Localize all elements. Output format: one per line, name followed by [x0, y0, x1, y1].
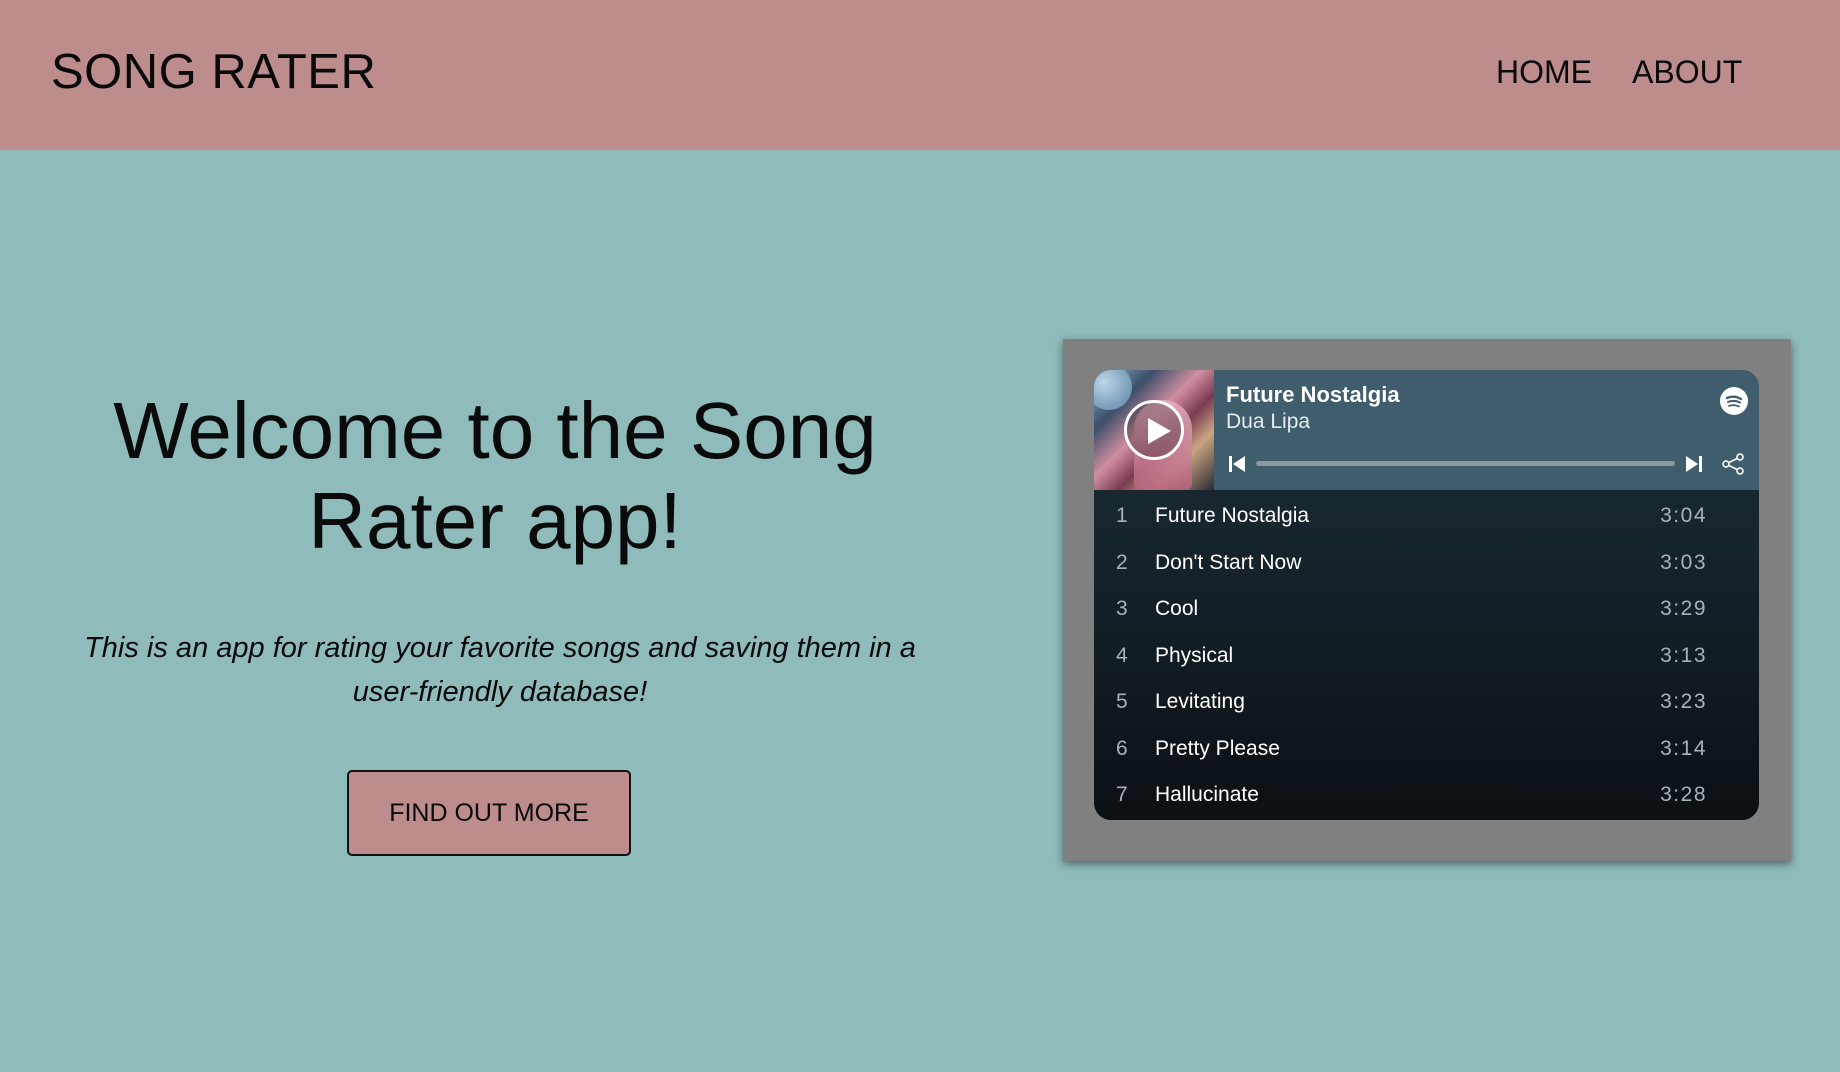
track-duration: 3:13 — [1660, 643, 1707, 667]
play-button[interactable] — [1124, 400, 1184, 460]
album-cover — [1094, 370, 1214, 490]
skip-next-icon[interactable] — [1685, 454, 1703, 474]
hero-subtitle: This is an app for rating your favorite … — [84, 632, 916, 708]
track-name: Future Nostalgia — [1155, 504, 1310, 527]
track-name: Pretty Please — [1155, 736, 1280, 760]
track-name: Don't Start Now — [1155, 550, 1302, 574]
track-row[interactable]: 3 Cool 3:29 — [1094, 589, 1759, 636]
hero-title: Welcome to the Song Rater app! — [113, 386, 877, 565]
embed-frame: Future Nostalgia Dua Lipa 1 Future Nosta… — [1063, 339, 1791, 861]
play-icon — [1148, 418, 1171, 444]
track-row[interactable]: 4 Physical 3:13 — [1094, 636, 1759, 683]
track-number: 6 — [1116, 736, 1128, 760]
track-row[interactable]: 6 Pretty Please 3:14 — [1094, 729, 1759, 776]
skip-previous-icon[interactable] — [1228, 454, 1246, 474]
track-number: 7 — [1116, 783, 1128, 806]
track-name: Levitating — [1155, 690, 1245, 713]
track-number: 2 — [1116, 550, 1128, 574]
share-icon[interactable] — [1721, 452, 1745, 476]
track-duration: 3:23 — [1660, 690, 1707, 713]
brand-title[interactable]: SONG RATER — [51, 44, 376, 100]
nav-link-home[interactable]: HOME — [1496, 54, 1592, 91]
navbar: SONG RATER HOME ABOUT — [0, 0, 1840, 150]
player-header: Future Nostalgia Dua Lipa — [1094, 370, 1759, 490]
track-row[interactable]: 5 Levitating 3:23 — [1094, 682, 1759, 729]
player-artist[interactable]: Dua Lipa — [1226, 410, 1310, 434]
track-duration: 3:29 — [1660, 597, 1707, 620]
spotify-icon[interactable] — [1720, 387, 1748, 415]
track-number: 5 — [1116, 690, 1128, 713]
find-out-more-button[interactable]: FIND OUT MORE — [347, 770, 631, 856]
track-duration: 3:14 — [1660, 736, 1707, 760]
track-name: Cool — [1155, 597, 1199, 620]
track-number: 4 — [1116, 643, 1128, 667]
track-number: 3 — [1116, 597, 1128, 620]
music-player: Future Nostalgia Dua Lipa 1 Future Nosta… — [1094, 370, 1759, 820]
track-row[interactable]: 1 Future Nostalgia 3:04 — [1094, 496, 1759, 543]
track-row[interactable]: 2 Don't Start Now 3:03 — [1094, 543, 1759, 590]
track-name: Physical — [1155, 643, 1234, 667]
track-duration: 3:28 — [1660, 783, 1707, 806]
nav-link-about[interactable]: ABOUT — [1632, 54, 1742, 91]
track-duration: 3:03 — [1660, 550, 1707, 574]
progress-bar[interactable] — [1256, 461, 1675, 466]
track-number: 1 — [1116, 504, 1128, 527]
tracklist: 1 Future Nostalgia 3:04 2 Don't Start No… — [1094, 496, 1759, 820]
track-row[interactable]: 7 Hallucinate 3:28 — [1094, 775, 1759, 820]
track-duration: 3:04 — [1660, 504, 1707, 527]
track-name: Hallucinate — [1155, 783, 1259, 806]
player-track-title[interactable]: Future Nostalgia — [1226, 382, 1400, 408]
cover-moon-shape — [1094, 370, 1132, 410]
